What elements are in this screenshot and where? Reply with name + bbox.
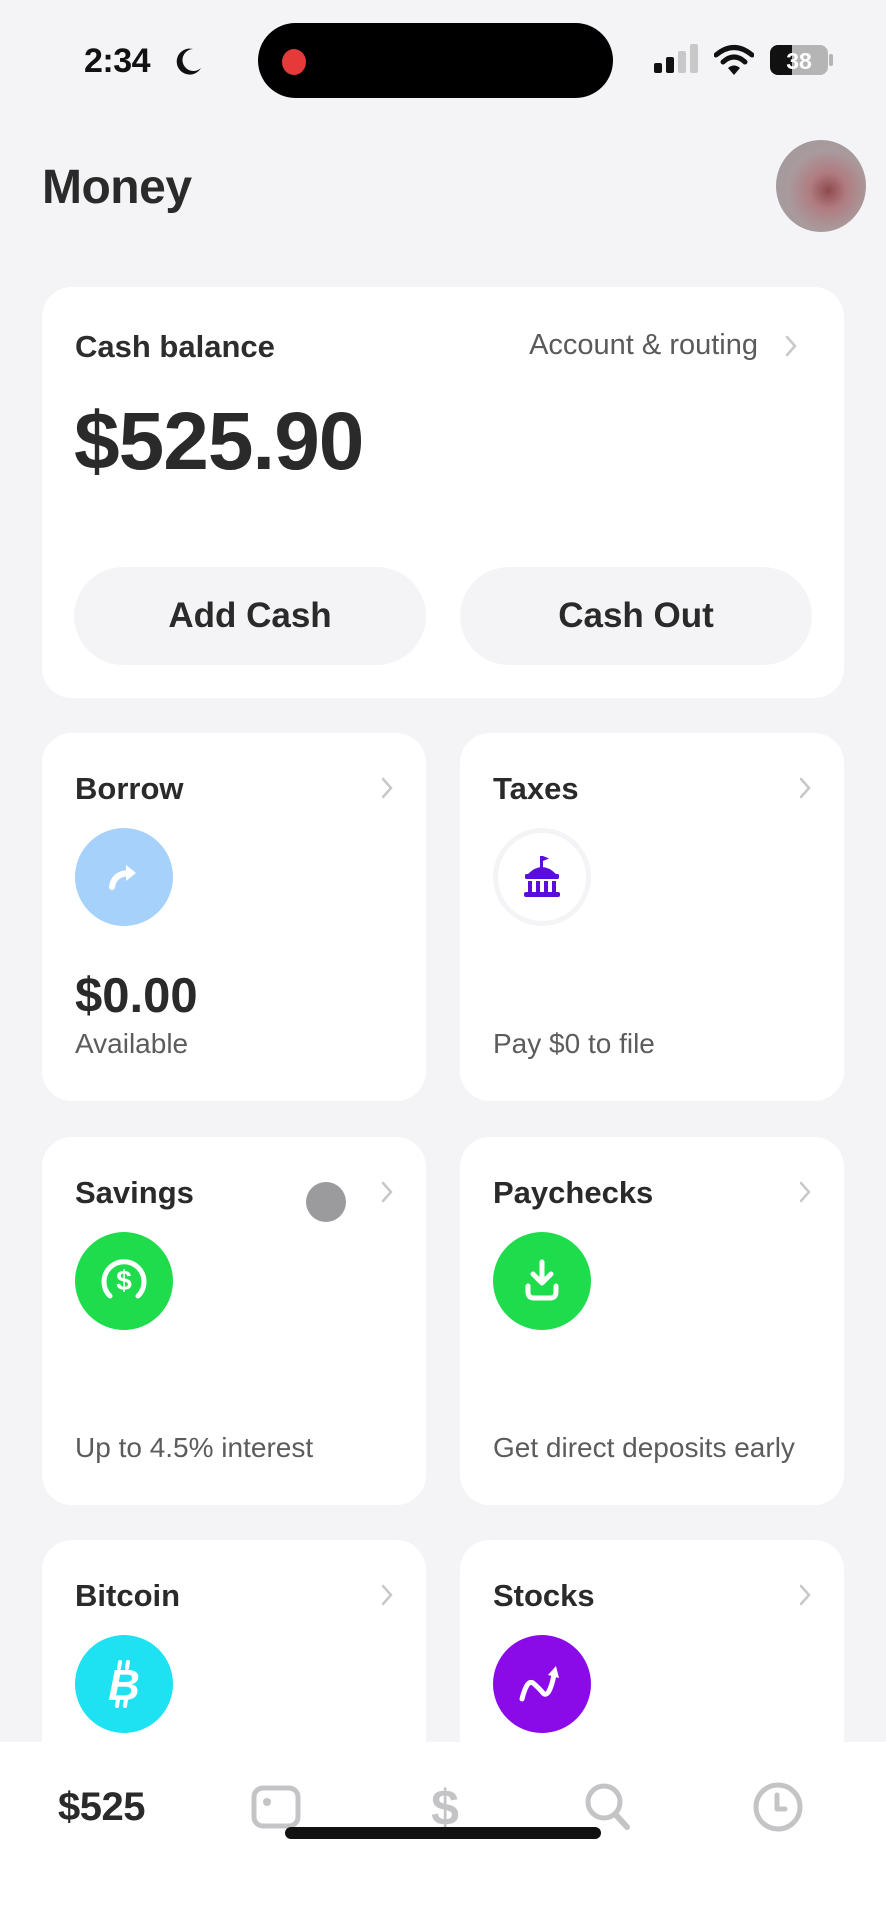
tile-savings[interactable]: Savings $ Up to 4.5% interest (42, 1137, 426, 1505)
cash-balance-label: Cash balance (75, 329, 275, 364)
chevron-right-icon (799, 1584, 811, 1606)
tile-subtitle: Pay $0 to file (493, 1028, 655, 1059)
download-tray-icon (493, 1232, 591, 1330)
add-cash-button[interactable]: Add Cash (74, 567, 426, 665)
tile-subtitle: Up to 4.5% interest (75, 1432, 314, 1463)
tile-taxes[interactable]: Taxes Pay $0 to file (460, 733, 844, 1101)
tile-title: Taxes (493, 771, 579, 806)
cash-out-button[interactable]: Cash Out (460, 567, 812, 665)
cellular-signal-icon (654, 44, 698, 73)
status-time: 2:34 (84, 42, 151, 80)
cash-balance-card: Cash balance Account & routing $525.90 A… (42, 287, 844, 698)
tile-title: Stocks (493, 1578, 595, 1613)
status-dot (306, 1182, 346, 1222)
chevron-right-icon (381, 777, 393, 799)
tile-subtitle: Get direct deposits early (493, 1432, 795, 1463)
recording-indicator-icon (282, 49, 306, 75)
chevron-right-icon (785, 335, 797, 356)
chevron-right-icon (381, 1181, 393, 1203)
card-icon (251, 1785, 301, 1829)
search-icon (585, 1783, 630, 1830)
tile-paychecks[interactable]: Paychecks Get direct deposits early (460, 1137, 844, 1505)
page-title: Money (42, 161, 192, 214)
tile-title: Paychecks (493, 1175, 654, 1210)
dollar-icon: $ (431, 1781, 459, 1833)
savings-dollar-icon: $ (75, 1232, 173, 1330)
tile-title: Bitcoin (75, 1578, 181, 1613)
capitol-building-icon (493, 828, 591, 926)
tile-title: Savings (75, 1175, 194, 1210)
borrow-amount: $0.00 (75, 969, 198, 1023)
chevron-right-icon (381, 1584, 393, 1606)
tile-borrow[interactable]: Borrow $0.00 Available (42, 733, 426, 1101)
battery-level: 38 (786, 48, 812, 74)
chevron-right-icon (799, 777, 811, 799)
svg-text:$: $ (116, 1265, 132, 1296)
bitcoin-icon: B (75, 1635, 173, 1733)
moon-icon (176, 48, 201, 75)
account-routing-link[interactable]: Account & routing (529, 329, 798, 362)
tab-activity[interactable] (752, 1772, 804, 1842)
tab-money[interactable]: $525 (58, 1772, 145, 1842)
home-indicator[interactable] (285, 1827, 601, 1839)
battery-icon: 38 (770, 45, 833, 75)
trend-arrow-icon (493, 1635, 591, 1733)
tile-title: Borrow (75, 771, 184, 806)
profile-avatar[interactable] (776, 140, 866, 232)
status-bar: 2:34 38 (0, 0, 886, 110)
clock-icon (753, 1782, 803, 1832)
account-routing-label: Account & routing (529, 329, 758, 361)
tile-subtitle: Available (75, 1028, 189, 1059)
dynamic-island (258, 23, 613, 98)
curved-arrow-icon (75, 828, 173, 926)
wifi-icon (714, 45, 754, 75)
cash-balance-amount: $525.90 (74, 396, 364, 487)
svg-text:$: $ (431, 1781, 459, 1833)
chevron-right-icon (799, 1181, 811, 1203)
